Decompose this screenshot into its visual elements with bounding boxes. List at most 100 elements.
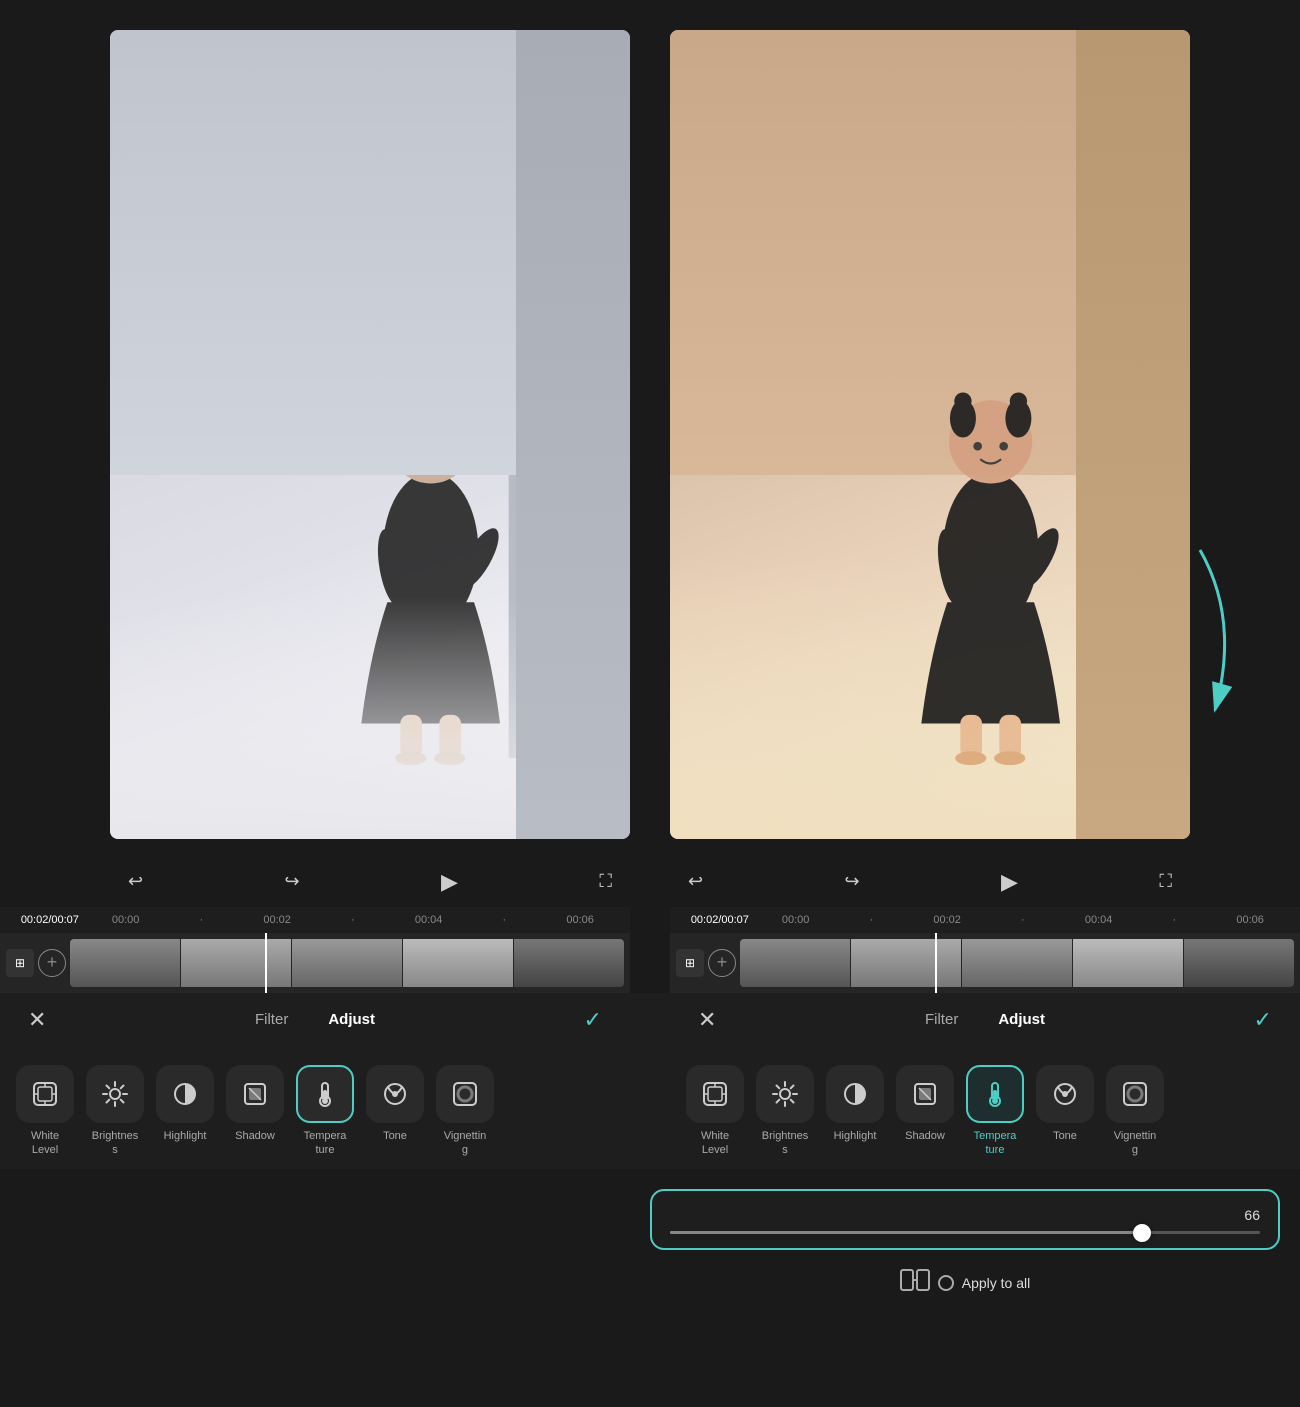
left-tick-2: · — [164, 914, 240, 926]
compare-button[interactable] — [900, 1268, 930, 1298]
right-clip[interactable] — [740, 939, 1294, 987]
left-filter-tab[interactable]: Filter — [239, 1005, 304, 1034]
left-temperature-icon-wrap — [296, 1065, 354, 1123]
undo-right-button[interactable]: ↩ — [682, 865, 709, 898]
right-tool-shadow[interactable]: Shadow — [890, 1059, 960, 1149]
left-confirm-button[interactable]: ✓ — [576, 1003, 610, 1037]
left-timeline: 00:02/00:07 00:00 · 00:02 · 00:04 · 00:0… — [0, 907, 630, 993]
left-tick-7: 00:06 — [542, 914, 618, 926]
left-brightness-label: Brightness — [92, 1129, 138, 1158]
left-tool-vignetting[interactable]: Vignetting — [430, 1059, 500, 1164]
play-right-button[interactable]: ▶ — [995, 863, 1024, 901]
right-tool-temperature[interactable]: Temperature — [960, 1059, 1030, 1164]
right-adjust-tab[interactable]: Adjust — [982, 1005, 1061, 1034]
vignetting-icon-right — [1121, 1080, 1149, 1108]
left-video-frame — [110, 30, 630, 839]
shadow-icon-left — [241, 1080, 269, 1108]
clip-thumb-1 — [70, 939, 180, 987]
slider-panel-right: 66 Apply to all — [630, 1179, 1300, 1322]
right-highlight-icon-wrap — [826, 1065, 884, 1123]
left-vignetting-label: Vignetting — [444, 1129, 487, 1158]
left-tone-icon-wrap — [366, 1065, 424, 1123]
right-video-frame — [670, 30, 1190, 839]
expand-right-button[interactable]: ⛶ — [1153, 865, 1178, 898]
highlight-icon-right — [841, 1080, 869, 1108]
slider-track[interactable] — [670, 1231, 1260, 1234]
left-tick-3: 00:02 — [239, 914, 315, 926]
left-tick-6: · — [467, 914, 543, 926]
right-tick-4: · — [985, 914, 1061, 926]
right-cancel-button[interactable]: ✕ — [690, 1003, 724, 1037]
right-tick-3: 00:02 — [909, 914, 985, 926]
apply-to-all-radio[interactable] — [938, 1275, 954, 1291]
left-transport: ↩ ↪ ▶ ⛶ — [110, 863, 630, 901]
highlight-icon-left — [171, 1080, 199, 1108]
right-tool-highlight[interactable]: Highlight — [820, 1059, 890, 1149]
tone-icon-right — [1051, 1080, 1079, 1108]
left-tool-tone[interactable]: Tone — [360, 1059, 430, 1149]
slider-value: 66 — [670, 1207, 1260, 1223]
right-filter-tab[interactable]: Filter — [909, 1005, 974, 1034]
right-highlight-label: Highlight — [834, 1129, 877, 1143]
right-transport: ↩ ↪ ▶ ⛶ — [670, 863, 1190, 901]
right-timecode: 00:02/00:07 — [682, 914, 758, 926]
brightness-icon-right — [771, 1080, 799, 1108]
left-clip[interactable] — [70, 939, 624, 987]
right-preview-panel — [670, 30, 1190, 839]
right-confirm-button[interactable]: ✓ — [1246, 1003, 1280, 1037]
right-tick-5: 00:04 — [1061, 914, 1137, 926]
left-tone-label: Tone — [383, 1129, 407, 1143]
right-shadow-label: Shadow — [905, 1129, 945, 1143]
left-tool-brightness[interactable]: Brightness — [80, 1059, 150, 1164]
left-track-icon: ⊞ — [6, 949, 34, 977]
slider-panel-left — [0, 1179, 630, 1322]
right-tool-tone[interactable]: Tone — [1030, 1059, 1100, 1149]
right-tool-vignetting[interactable]: Vignetting — [1100, 1059, 1170, 1164]
right-toolbar: ✕ Filter Adjust ✓ — [670, 993, 1300, 1047]
left-tool-temperature[interactable]: Temperature — [290, 1059, 360, 1164]
right-ruler: 00:02/00:07 00:00 · 00:02 · 00:04 · 00:0… — [670, 907, 1300, 933]
left-shadow-icon-wrap — [226, 1065, 284, 1123]
tools-divider — [630, 1059, 670, 1164]
slider-thumb[interactable] — [1133, 1224, 1151, 1242]
right-vignetting-label: Vignetting — [1114, 1129, 1157, 1158]
right-tick-7: 00:06 — [1212, 914, 1288, 926]
left-white-level-icon-wrap — [16, 1065, 74, 1123]
left-tick-4: · — [315, 914, 391, 926]
right-track: ⊞ + — [670, 933, 1300, 993]
expand-left-button[interactable]: ⛶ — [593, 865, 618, 898]
left-timecode: 00:02/00:07 — [12, 914, 88, 926]
door-left — [516, 30, 630, 839]
redo-right-button[interactable]: ↪ — [839, 865, 866, 898]
right-tick-6: · — [1137, 914, 1213, 926]
clip-thumb-2 — [181, 939, 291, 987]
white-level-icon-right — [701, 1080, 729, 1108]
undo-left-button[interactable]: ↩ — [122, 865, 149, 898]
left-cancel-button[interactable]: ✕ — [20, 1003, 54, 1037]
timeline-section: 00:02/00:07 00:00 · 00:02 · 00:04 · 00:0… — [0, 907, 1300, 993]
right-playhead — [935, 933, 937, 993]
play-left-button[interactable]: ▶ — [435, 863, 464, 901]
left-tool-shadow[interactable]: Shadow — [220, 1059, 290, 1149]
right-tick-2: · — [834, 914, 910, 926]
clip-thumb-4 — [403, 939, 513, 987]
right-clip-thumb-1 — [740, 939, 850, 987]
left-add-track-button[interactable]: + — [38, 949, 66, 977]
right-tools-panel: WhiteLevel Brightness — [670, 1059, 1300, 1164]
right-tool-brightness[interactable]: Brightness — [750, 1059, 820, 1164]
previews-row — [0, 0, 1300, 859]
tone-icon-left — [381, 1080, 409, 1108]
left-tool-white-level[interactable]: WhiteLevel — [10, 1059, 80, 1164]
right-white-level-label: WhiteLevel — [701, 1129, 729, 1158]
left-adjust-tab[interactable]: Adjust — [312, 1005, 391, 1034]
left-tool-highlight[interactable]: Highlight — [150, 1059, 220, 1149]
right-tool-white-level[interactable]: WhiteLevel — [680, 1059, 750, 1164]
right-add-track-button[interactable]: + — [708, 949, 736, 977]
timeline-divider — [630, 907, 670, 993]
apply-row: Apply to all — [650, 1258, 1280, 1302]
child-silhouette-right — [878, 192, 1138, 839]
right-shadow-icon-wrap — [896, 1065, 954, 1123]
toolbar-section: ✕ Filter Adjust ✓ ✕ Filter Adjust ✓ — [0, 993, 1300, 1047]
redo-left-button[interactable]: ↪ — [279, 865, 306, 898]
right-temperature-icon-wrap — [966, 1065, 1024, 1123]
